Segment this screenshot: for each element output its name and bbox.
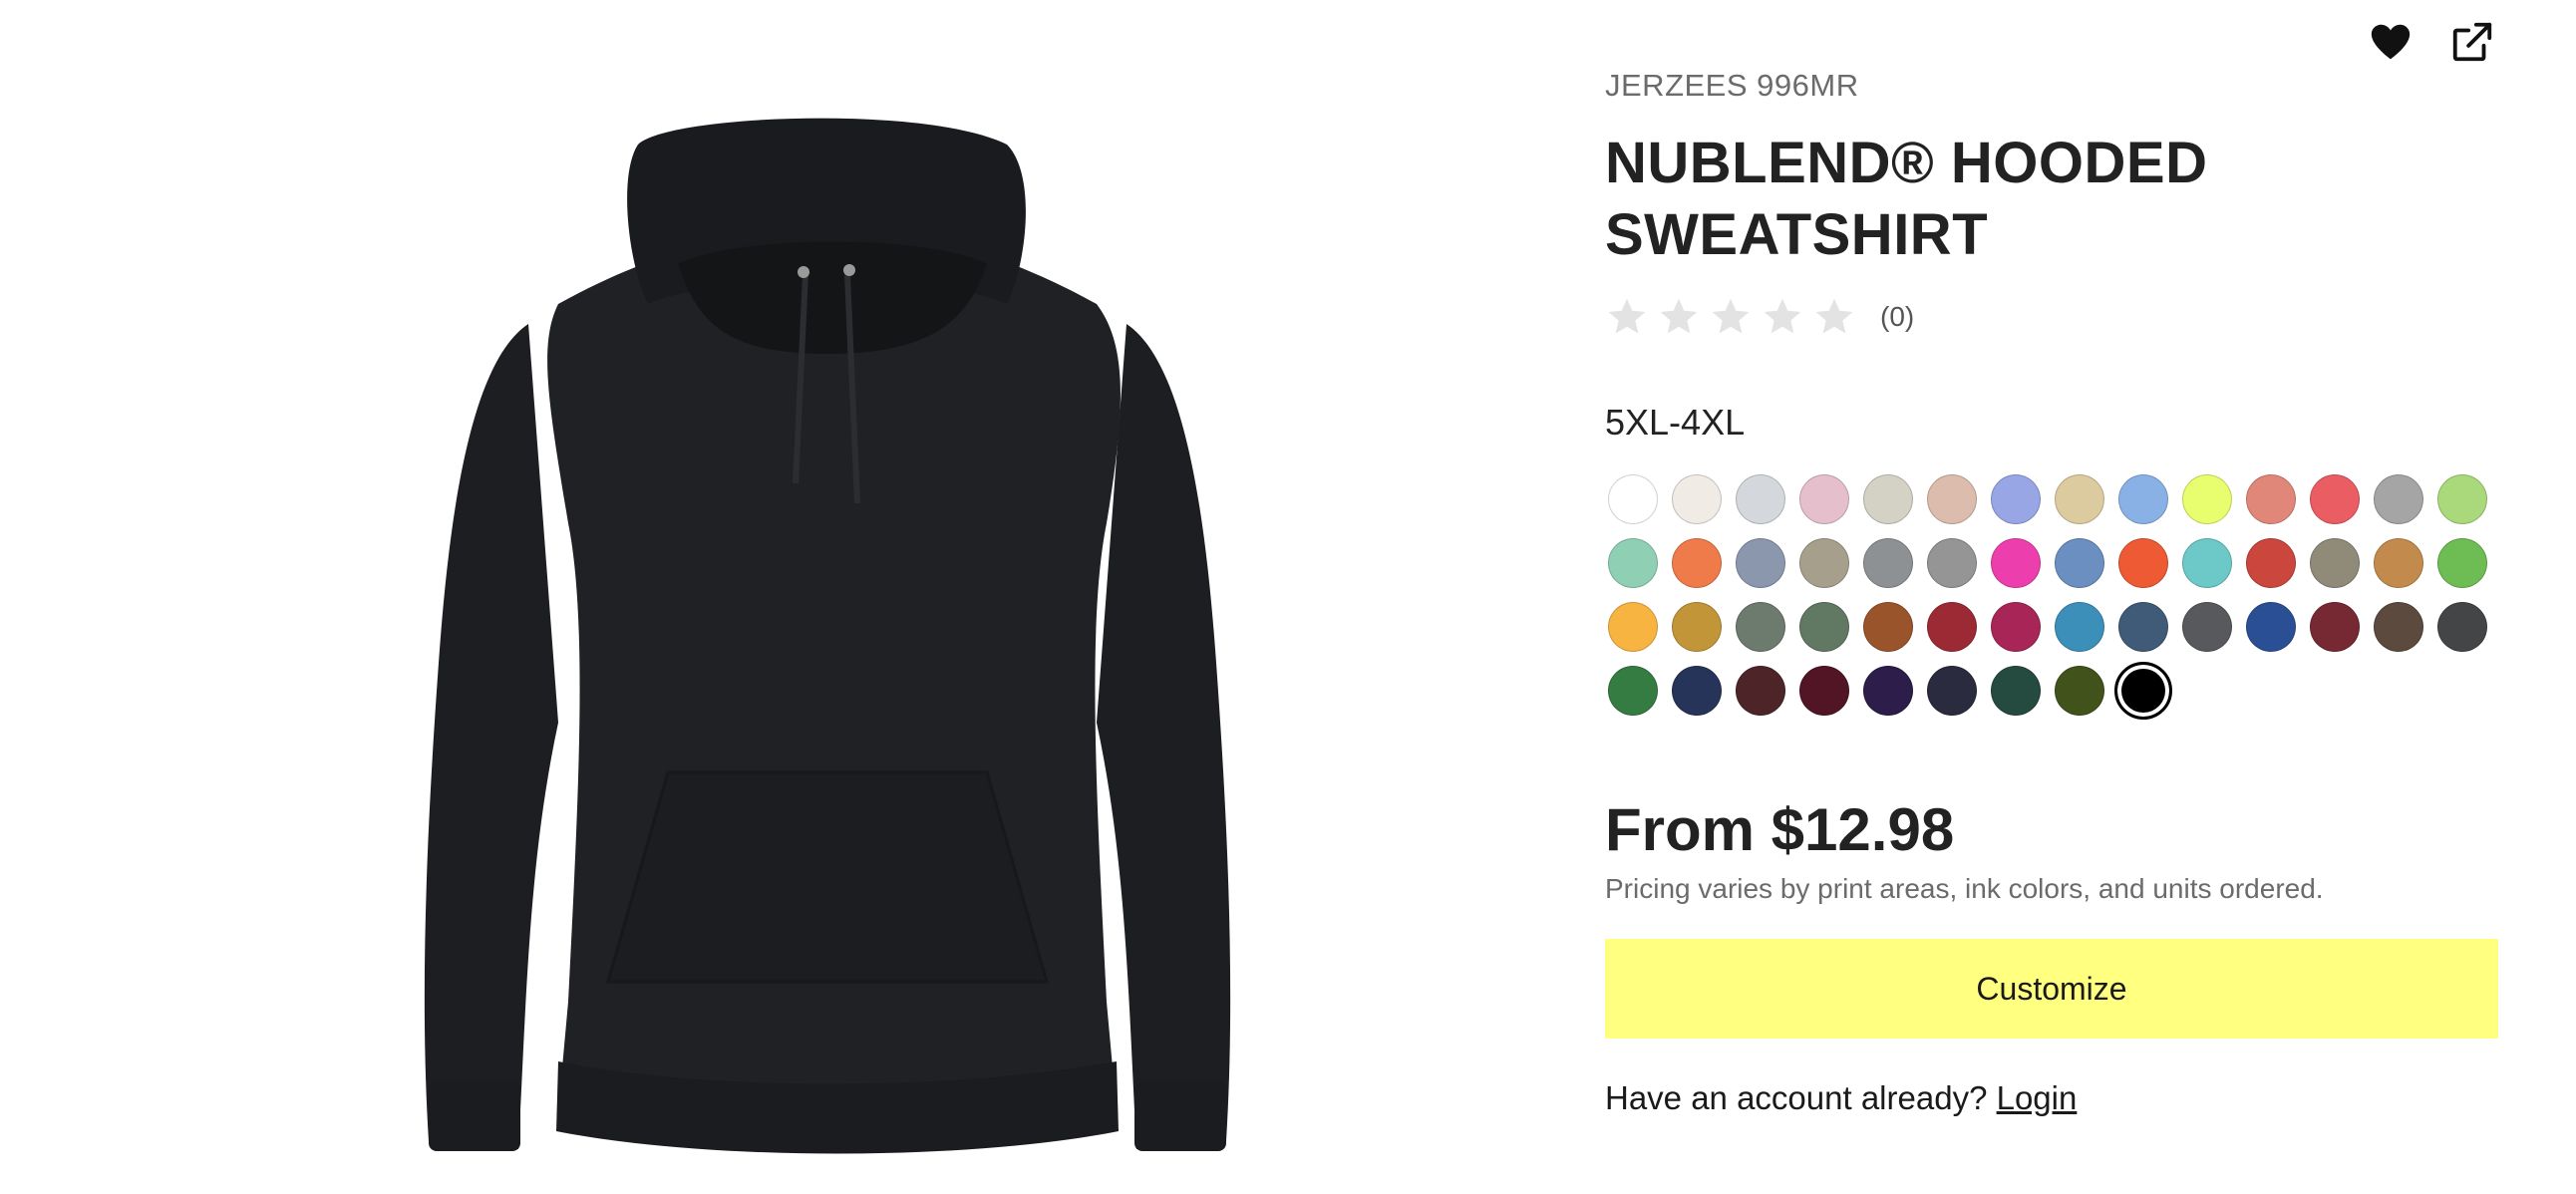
account-prompt: Have an account already? — [1605, 1079, 1988, 1116]
color-swatch[interactable] — [2437, 538, 2487, 588]
color-swatch[interactable] — [2055, 666, 2104, 716]
star-icon — [1812, 295, 1856, 339]
color-swatch[interactable] — [1608, 602, 1658, 652]
color-swatch[interactable] — [2374, 474, 2423, 524]
color-swatch[interactable] — [2055, 538, 2104, 588]
color-swatch[interactable] — [1927, 602, 1977, 652]
product-page: JERZEES 996MR NUBLEND® HOODED SWEATSHIRT… — [0, 0, 2576, 1194]
color-swatch[interactable] — [1736, 538, 1785, 588]
color-swatch[interactable] — [1736, 666, 1785, 716]
color-swatch[interactable] — [1863, 474, 1913, 524]
external-link-icon[interactable] — [2446, 16, 2498, 68]
pricing-note: Pricing varies by print areas, ink color… — [1605, 873, 2324, 904]
size-range: 5XL-4XL — [1605, 402, 1746, 443]
color-swatch[interactable] — [1736, 602, 1785, 652]
color-swatch[interactable] — [1927, 474, 1977, 524]
color-swatch[interactable] — [2310, 602, 2360, 652]
color-swatch[interactable] — [2437, 602, 2487, 652]
star-icon — [1709, 295, 1753, 339]
color-swatch[interactable] — [1991, 474, 2041, 524]
color-swatch[interactable] — [1991, 602, 2041, 652]
color-swatch[interactable] — [1799, 538, 1849, 588]
star-icon — [1761, 295, 1804, 339]
color-swatch[interactable] — [1927, 666, 1977, 716]
heart-icon[interactable] — [2365, 16, 2416, 68]
hoodie-image — [424, 118, 1231, 1154]
color-swatch[interactable] — [1799, 602, 1849, 652]
star-icon — [1657, 295, 1701, 339]
color-swatch[interactable] — [2246, 602, 2296, 652]
color-swatch[interactable] — [1927, 538, 1977, 588]
account-line: Have an account already? Login — [1605, 1076, 2502, 1120]
color-swatch[interactable] — [2118, 602, 2168, 652]
login-link[interactable]: Login — [1997, 1079, 2078, 1116]
color-swatch[interactable] — [1608, 474, 1658, 524]
color-swatch[interactable] — [2055, 474, 2104, 524]
color-swatch[interactable] — [1672, 538, 1722, 588]
product-title: NUBLEND® HOODED SWEATSHIRT — [1605, 131, 2208, 267]
color-swatch[interactable] — [2182, 602, 2232, 652]
color-swatch[interactable] — [1672, 602, 1722, 652]
color-swatch[interactable] — [1672, 474, 1722, 524]
color-swatch[interactable] — [2246, 538, 2296, 588]
price: From $12.98 — [1605, 796, 1955, 863]
color-swatch[interactable] — [1736, 474, 1785, 524]
color-swatch[interactable] — [2055, 602, 2104, 652]
color-swatch[interactable] — [2118, 538, 2168, 588]
top-actions — [2365, 16, 2498, 68]
color-swatch[interactable] — [1608, 666, 1658, 716]
product-details: JERZEES 996MR NUBLEND® HOODED SWEATSHIRT… — [1605, 66, 2502, 1120]
color-swatch[interactable] — [1799, 666, 1849, 716]
color-swatch[interactable] — [2182, 474, 2232, 524]
brand-code: JERZEES 996MR — [1605, 68, 1859, 103]
color-swatch[interactable] — [2374, 538, 2423, 588]
color-swatch[interactable] — [2118, 474, 2168, 524]
color-swatch[interactable] — [1863, 538, 1913, 588]
color-swatch[interactable] — [1991, 666, 2041, 716]
star-icon — [1605, 295, 1649, 339]
color-swatch[interactable] — [1863, 666, 1913, 716]
color-swatch[interactable] — [1608, 538, 1658, 588]
color-swatch[interactable] — [2310, 538, 2360, 588]
color-swatch[interactable] — [1799, 474, 1849, 524]
color-swatch[interactable] — [2246, 474, 2296, 524]
product-image — [409, 105, 1246, 1191]
color-swatch[interactable] — [1991, 538, 2041, 588]
color-swatch[interactable] — [2374, 602, 2423, 652]
color-swatch[interactable] — [1672, 666, 1722, 716]
color-swatch[interactable] — [2310, 474, 2360, 524]
color-swatches — [1605, 474, 2502, 720]
rating: (0) — [1605, 291, 2502, 343]
color-swatch[interactable] — [2114, 662, 2172, 720]
color-swatch[interactable] — [2182, 538, 2232, 588]
customize-button[interactable]: Customize — [1605, 939, 2498, 1039]
review-count[interactable]: (0) — [1880, 301, 1914, 333]
color-swatch[interactable] — [2437, 474, 2487, 524]
color-swatch[interactable] — [1863, 602, 1913, 652]
